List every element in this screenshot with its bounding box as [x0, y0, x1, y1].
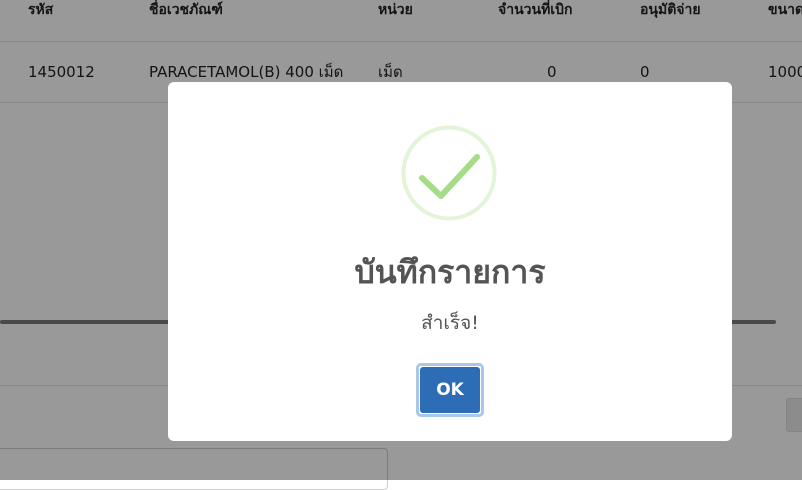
success-dialog: บันทึกรายการ สำเร็จ! OK — [168, 82, 732, 441]
success-check-icon — [401, 125, 497, 221]
ok-button-label: OK — [420, 367, 480, 413]
dialog-message: สำเร็จ! — [421, 312, 479, 334]
dialog-title: บันทึกรายการ — [354, 253, 546, 291]
ok-button[interactable]: OK — [416, 363, 484, 417]
